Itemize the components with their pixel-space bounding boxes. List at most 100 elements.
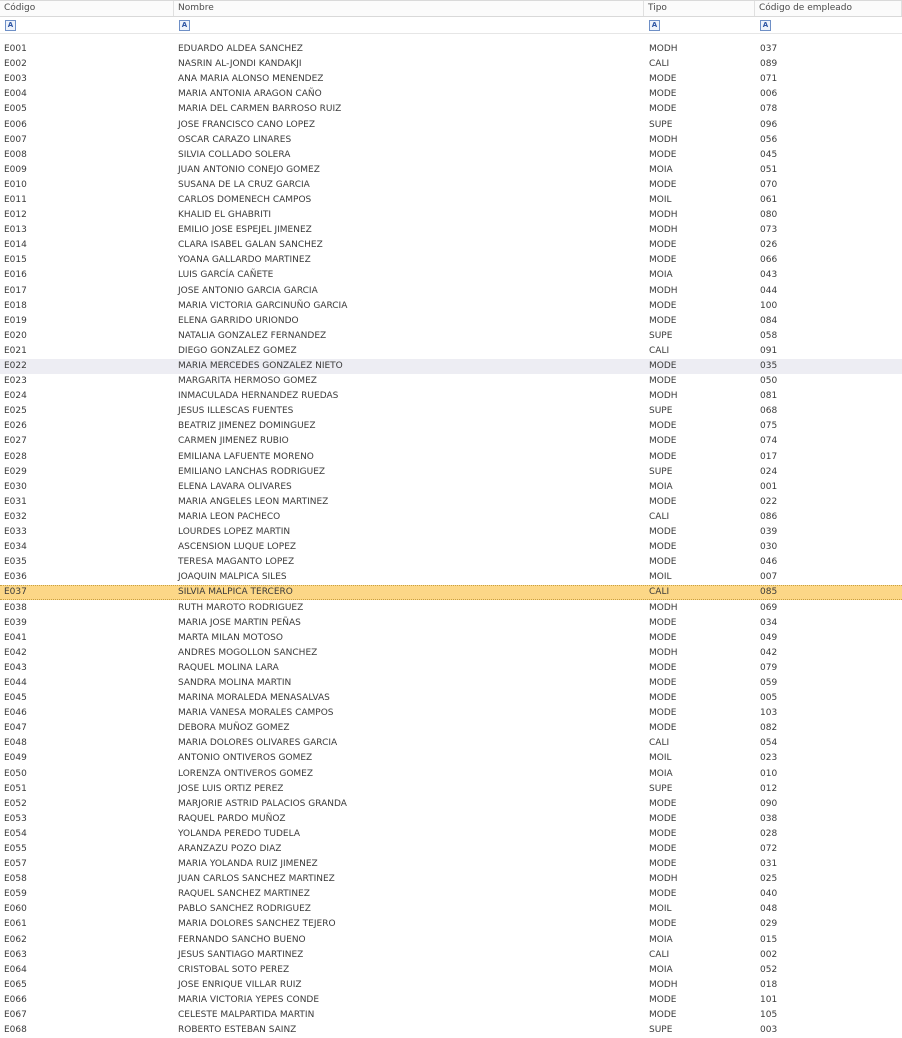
- cell-tipo: MODE: [649, 527, 677, 538]
- table-row[interactable]: E058 JUAN CARLOS SANCHEZ MARTINEZ MODH 025: [0, 872, 902, 887]
- column-header-nombre[interactable]: Nombre: [174, 1, 644, 16]
- cell-nombre: LORENZA ONTIVEROS GOMEZ: [178, 768, 314, 779]
- cell-nombre: ANA MARIA ALONSO MENENDEZ: [178, 74, 324, 85]
- table-row[interactable]: E034 ASCENSION LUQUE LOPEZ MODE 030: [0, 540, 902, 555]
- table-row[interactable]: E057 MARIA YOLANDA RUIZ JIMENEZ MODE 031: [0, 857, 902, 872]
- table-row[interactable]: E043 RAQUEL MOLINA LARA MODE 079: [0, 661, 902, 676]
- cell-nombre: EMILIANA LAFUENTE MORENO: [178, 451, 314, 462]
- table-row[interactable]: E064 CRISTOBAL SOTO PEREZ MOIA 052: [0, 963, 902, 978]
- table-row[interactable]: E059 RAQUEL SANCHEZ MARTINEZ MODE 040: [0, 887, 902, 902]
- table-row[interactable]: E007 OSCAR CARAZO LINARES MODH 056: [0, 133, 902, 148]
- cell-nombre: RAQUEL SANCHEZ MARTINEZ: [178, 889, 310, 900]
- text-filter-icon[interactable]: A: [649, 19, 660, 31]
- table-row[interactable]: E067 CELESTE MALPARTIDA MARTIN MODE 105: [0, 1008, 902, 1023]
- table-row[interactable]: E017 JOSE ANTONIO GARCIA GARCIA MODH 044: [0, 284, 902, 299]
- filter-cell-tipo[interactable]: A: [644, 17, 755, 33]
- table-row[interactable]: E005 MARIA DEL CARMEN BARROSO RUIZ MODE 078: [0, 102, 902, 117]
- table-row[interactable]: E041 MARTA MILAN MOTOSO MODE 049: [0, 631, 902, 646]
- cell-codigo: E062: [4, 934, 27, 945]
- table-row[interactable]: E023 MARGARITA HERMOSO GOMEZ MODE 050: [0, 374, 902, 389]
- filter-cell-codigo-empleado[interactable]: A: [755, 17, 902, 33]
- cell-tipo: MOIL: [649, 572, 672, 583]
- table-row[interactable]: E061 MARIA DOLORES SANCHEZ TEJERO MODE 029: [0, 917, 902, 932]
- table-row[interactable]: E050 LORENZA ONTIVEROS GOMEZ MOIA 010: [0, 767, 902, 782]
- table-row[interactable]: E003 ANA MARIA ALONSO MENENDEZ MODE 071: [0, 72, 902, 87]
- cell-tipo: MOIL: [649, 753, 672, 764]
- table-row[interactable]: E032 MARIA LEON PACHECO CALI 086: [0, 510, 902, 525]
- table-row[interactable]: E001 EDUARDO ALDEA SANCHEZ MODH 037: [0, 42, 902, 57]
- table-row[interactable]: E037 SILVIA MALPICA TERCERO CALI 085: [0, 585, 902, 601]
- table-row[interactable]: E014 CLARA ISABEL GALAN SANCHEZ MODE 026: [0, 238, 902, 253]
- text-filter-icon[interactable]: A: [5, 19, 16, 31]
- table-row[interactable]: E054 YOLANDA PEREDO TUDELA MODE 028: [0, 827, 902, 842]
- table-row[interactable]: E006 JOSE FRANCISCO CANO LOPEZ SUPE 096: [0, 117, 902, 132]
- table-row[interactable]: E026 BEATRIZ JIMENEZ DOMINGUEZ MODE 075: [0, 419, 902, 434]
- table-row[interactable]: E008 SILVIA COLLADO SOLERA MODE 045: [0, 148, 902, 163]
- table-row[interactable]: E011 CARLOS DOMENECH CAMPOS MOIL 061: [0, 193, 902, 208]
- table-row[interactable]: E028 EMILIANA LAFUENTE MORENO MODE 017: [0, 450, 902, 465]
- table-row[interactable]: E051 JOSE LUIS ORTIZ PEREZ SUPE 012: [0, 782, 902, 797]
- column-header-codigo-empleado[interactable]: Código de empleado: [755, 1, 902, 16]
- cell-codigo: E060: [4, 904, 27, 915]
- table-row[interactable]: E060 PABLO SANCHEZ RODRIGUEZ MOIL 048: [0, 902, 902, 917]
- table-row[interactable]: E042 ANDRES MOGOLLON SANCHEZ MODH 042: [0, 646, 902, 661]
- text-filter-icon[interactable]: A: [760, 19, 771, 31]
- cell-codigo-empleado: 056: [760, 134, 778, 145]
- cell-nombre: OSCAR CARAZO LINARES: [178, 134, 292, 145]
- cell-codigo-empleado: 072: [760, 844, 778, 855]
- table-row[interactable]: E046 MARIA VANESA MORALES CAMPOS MODE 103: [0, 706, 902, 721]
- table-row[interactable]: E018 MARIA VICTORIA GARCINUÑO GARCIA MODE 1…: [0, 299, 902, 314]
- filter-cell-codigo[interactable]: A: [0, 17, 174, 33]
- table-row[interactable]: E049 ANTONIO ONTIVEROS GOMEZ MOIL 023: [0, 751, 902, 766]
- table-row[interactable]: E055 ARANZAZU POZO DIAZ MODE 072: [0, 842, 902, 857]
- cell-codigo: E042: [4, 647, 27, 658]
- table-row[interactable]: E068 ROBERTO ESTEBAN SAINZ SUPE 003: [0, 1023, 902, 1038]
- table-row[interactable]: E036 JOAQUIN MALPICA SILES MOIL 007: [0, 570, 902, 585]
- table-row[interactable]: E027 CARMEN JIMENEZ RUBIO MODE 074: [0, 434, 902, 449]
- table-row[interactable]: E053 RAQUEL PARDO MUÑOZ MODE 038: [0, 812, 902, 827]
- cell-nombre: ANDRES MOGOLLON SANCHEZ: [178, 647, 318, 658]
- cell-nombre: MARIA VANESA MORALES CAMPOS: [178, 708, 334, 719]
- table-row[interactable]: E009 JUAN ANTONIO CONEJO GOMEZ MOIA 051: [0, 163, 902, 178]
- table-row[interactable]: E010 SUSANA DE LA CRUZ GARCIA MODE 070: [0, 178, 902, 193]
- table-row[interactable]: E066 MARIA VICTORIA YEPES CONDE MODE 101: [0, 993, 902, 1008]
- cell-tipo: MODH: [649, 979, 678, 990]
- table-row[interactable]: E020 NATALIA GONZALEZ FERNANDEZ SUPE 058: [0, 329, 902, 344]
- table-row[interactable]: E062 FERNANDO SANCHO BUENO MOIA 015: [0, 933, 902, 948]
- table-row[interactable]: E031 MARIA ANGELES LEON MARTINEZ MODE 022: [0, 495, 902, 510]
- table-row[interactable]: E019 ELENA GARRIDO URIONDO MODE 084: [0, 314, 902, 329]
- table-row[interactable]: E065 JOSE ENRIQUE VILLAR RUIZ MODH 018: [0, 978, 902, 993]
- table-row[interactable]: E016 LUIS GARCÍA CAÑETE MOIA 043: [0, 268, 902, 283]
- table-row[interactable]: E024 INMACULADA HERNANDEZ RUEDAS MODH 081: [0, 389, 902, 404]
- cell-tipo: SUPE: [649, 1025, 673, 1036]
- cell-tipo: MODE: [649, 315, 677, 326]
- filter-cell-nombre[interactable]: A: [174, 17, 644, 33]
- cell-nombre: MARIA DOLORES OLIVARES GARCIA: [178, 738, 338, 749]
- table-row[interactable]: E052 MARJORIE ASTRID PALACIOS GRANDA MODE 0…: [0, 797, 902, 812]
- table-row[interactable]: E004 MARIA ANTONIA ARAGON CAÑO MODE 006: [0, 87, 902, 102]
- table-row[interactable]: E039 MARIA JOSE MARTIN PEÑAS MODE 034: [0, 616, 902, 631]
- table-row[interactable]: E033 LOURDES LOPEZ MARTIN MODE 039: [0, 525, 902, 540]
- table-row[interactable]: E015 YOANA GALLARDO MARTINEZ MODE 066: [0, 253, 902, 268]
- table-row[interactable]: E044 SANDRA MOLINA MARTIN MODE 059: [0, 676, 902, 691]
- cell-codigo: E061: [4, 919, 27, 930]
- table-row[interactable]: E012 KHALID EL GHABRITI MODH 080: [0, 208, 902, 223]
- table-row[interactable]: E063 JESUS SANTIAGO MARTINEZ CALI 002: [0, 948, 902, 963]
- column-header-tipo[interactable]: Tipo: [644, 1, 755, 16]
- table-row[interactable]: E035 TERESA MAGANTO LOPEZ MODE 046: [0, 555, 902, 570]
- column-header-codigo[interactable]: Código: [0, 1, 174, 16]
- cell-codigo-empleado: 035: [760, 361, 778, 372]
- table-row[interactable]: E047 DEBORA MUÑOZ GOMEZ MODE 082: [0, 721, 902, 736]
- table-row[interactable]: E045 MARINA MORALEDA MENASALVAS MODE 005: [0, 691, 902, 706]
- table-row[interactable]: E048 MARIA DOLORES OLIVARES GARCIA CALI 054: [0, 736, 902, 751]
- table-row[interactable]: E038 RUTH MAROTO RODRIGUEZ MODH 069: [0, 600, 902, 615]
- table-row[interactable]: E022 MARIA MERCEDES GONZALEZ NIETO MODE 035: [0, 358, 902, 375]
- table-row[interactable]: E013 EMILIO JOSE ESPEJEL JIMENEZ MODH 073: [0, 223, 902, 238]
- table-row[interactable]: E030 ELENA LAVARA OLIVARES MOIA 001: [0, 480, 902, 495]
- cell-codigo-empleado: 026: [760, 240, 778, 251]
- table-row[interactable]: E025 JESUS ILLESCAS FUENTES SUPE 068: [0, 404, 902, 419]
- text-filter-icon[interactable]: A: [179, 19, 190, 31]
- table-row[interactable]: E002 NASRIN AL-JONDI KANDAKJI CALI 089: [0, 57, 902, 72]
- table-row[interactable]: E029 EMILIANO LANCHAS RODRIGUEZ SUPE 024: [0, 465, 902, 480]
- table-row[interactable]: E021 DIEGO GONZALEZ GOMEZ CALI 091: [0, 344, 902, 359]
